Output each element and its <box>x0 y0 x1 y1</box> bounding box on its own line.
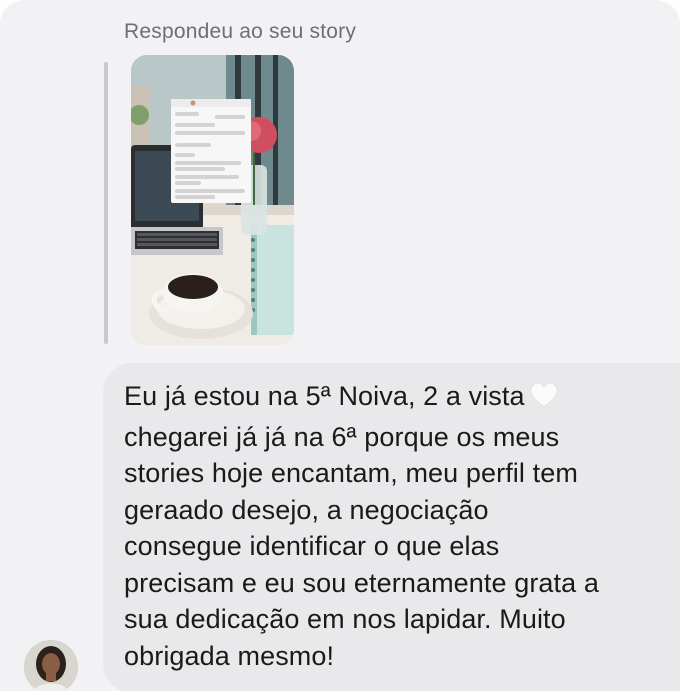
story-reply-label: Respondeu ao seu story <box>124 20 357 43</box>
avatar[interactable] <box>24 640 78 691</box>
message-text: Eu já estou na 5ª Noiva, 2 a vista chega… <box>124 378 614 674</box>
white-heart-icon <box>529 381 559 419</box>
message-line: obrigada mesmo! <box>124 640 335 671</box>
message-line-text: Eu já estou na 5ª Noiva, 2 a vista <box>124 381 525 411</box>
message-line: sua dedicação em nos lapidar. Muito <box>124 604 566 634</box>
message-line: precisam e eu sou eternamente grata a <box>124 567 599 598</box>
message-line: Eu já estou na 5ª Noiva, 2 a vista <box>124 378 614 419</box>
message-line: chegarei já já na 6ª porque os meus <box>124 421 560 452</box>
avatar-photo <box>24 640 78 691</box>
story-image <box>131 55 294 345</box>
message-line: geraado desejo, a negociação <box>124 494 489 525</box>
reply-quote-bar <box>104 62 108 344</box>
message-line: stories hoje encantam, meu perfil tem <box>124 458 578 488</box>
story-thumbnail[interactable] <box>131 55 294 345</box>
chat-screen: Respondeu ao seu story Eu já estou na 5ª… <box>0 0 680 691</box>
message-line: consegue identificar o que elas <box>124 531 500 561</box>
